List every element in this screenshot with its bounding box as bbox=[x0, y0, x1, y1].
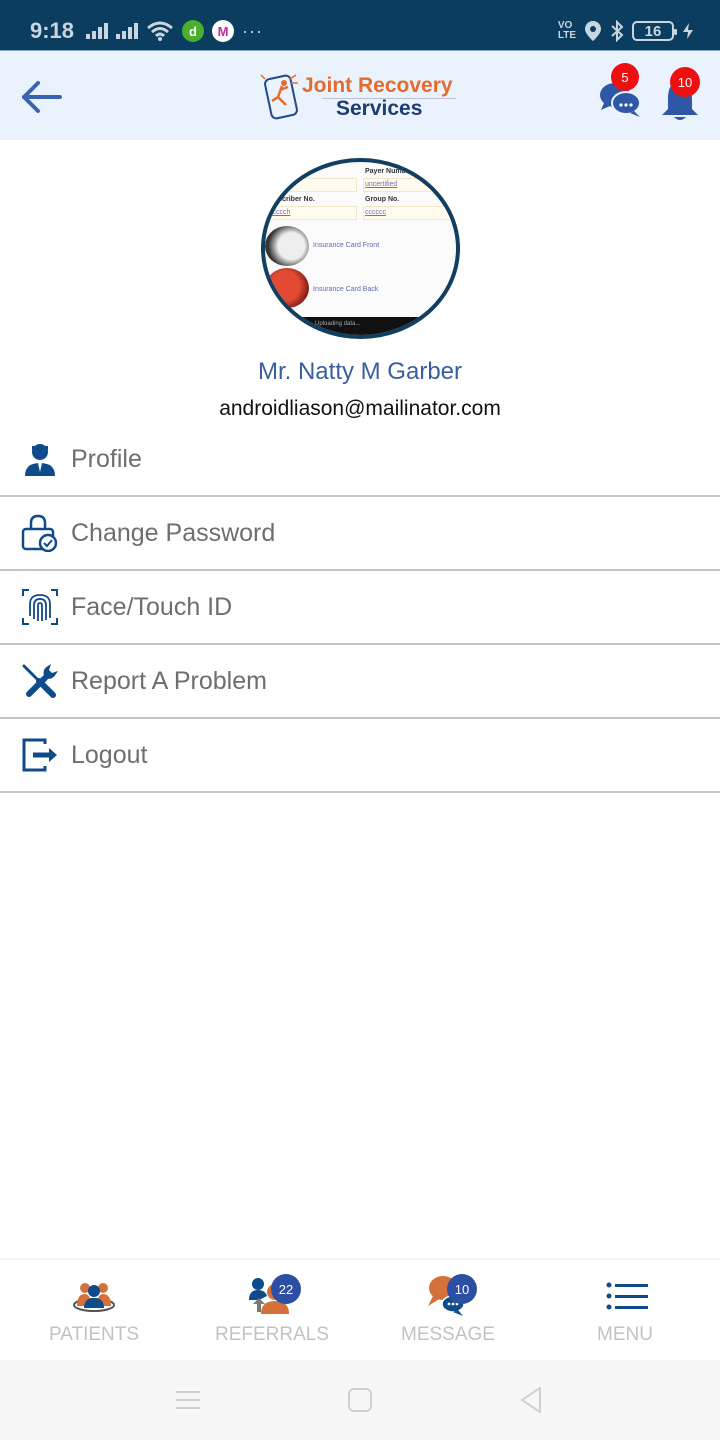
recent-apps-button[interactable] bbox=[163, 1382, 213, 1418]
message-badge: 10 bbox=[447, 1274, 477, 1304]
menu-label: Profile bbox=[71, 445, 142, 473]
account-menu: Profile Change Password Face/Touch ID Re… bbox=[0, 424, 720, 793]
user-name: Mr. Natty M Garber bbox=[257, 358, 463, 385]
tab-label: MESSAGE bbox=[401, 1324, 495, 1345]
avatar-footer-bar: Uploading data... bbox=[265, 317, 456, 335]
app-d-icon: d bbox=[182, 20, 204, 42]
logo-line1: Joint Recovery bbox=[302, 74, 453, 97]
home-button[interactable] bbox=[335, 1382, 385, 1418]
tab-message[interactable]: 10 MESSAGE bbox=[358, 1260, 538, 1360]
card-back-thumb bbox=[265, 268, 309, 308]
recent-apps-icon bbox=[176, 1391, 200, 1409]
home-square-icon bbox=[348, 1388, 372, 1412]
menu-item-change-password[interactable]: Change Password bbox=[0, 497, 720, 571]
app-header: Joint Recovery Services 5 10 bbox=[0, 50, 720, 140]
card-back-caption: Insurance Card Back bbox=[313, 286, 379, 293]
bluetooth-icon bbox=[611, 20, 624, 42]
charging-icon bbox=[683, 23, 693, 39]
system-back-button[interactable] bbox=[506, 1382, 556, 1418]
app-m-icon: M bbox=[212, 20, 234, 42]
bottom-navigation: PATIENTS 22 REFERRALS 10 MESSAGE MENU bbox=[0, 1258, 720, 1360]
menu-label: Report A Problem bbox=[71, 666, 267, 695]
avatar-field bbox=[265, 178, 357, 192]
chat-button[interactable]: 5 bbox=[598, 63, 650, 121]
menu-item-logout[interactable]: Logout bbox=[0, 719, 720, 793]
status-time: 9:18 bbox=[30, 18, 75, 43]
patients-icon bbox=[73, 1283, 115, 1312]
more-dots-icon: ··· bbox=[242, 20, 263, 41]
profile-avatar[interactable]: Payer Numb uncertified Subscriber No. Gr… bbox=[261, 158, 460, 339]
avatar-subscriber-label: Subscriber No. bbox=[265, 196, 315, 203]
menu-item-profile[interactable]: Profile bbox=[0, 424, 720, 497]
avatar-group-label: Group No. bbox=[365, 196, 400, 203]
logo-mark-icon bbox=[260, 74, 298, 120]
notifications-button[interactable]: 10 bbox=[656, 67, 708, 121]
referrals-badge: 22 bbox=[271, 1274, 301, 1304]
signal-icon bbox=[86, 23, 108, 39]
avatar-group-value: cccccc bbox=[365, 209, 386, 216]
tab-label: REFERRALS bbox=[214, 1324, 330, 1345]
user-email: androidliason@mailinator.com bbox=[219, 397, 501, 420]
lock-check-icon bbox=[20, 513, 60, 553]
tab-label: MENU bbox=[597, 1324, 653, 1345]
avatar-subscriber-value: ccccch bbox=[269, 209, 291, 216]
status-bar: 9:18 d M ··· VO LTE 16 bbox=[0, 0, 720, 50]
tab-menu[interactable]: MENU bbox=[535, 1260, 715, 1360]
battery-icon: 16 bbox=[632, 21, 677, 41]
back-triangle-icon bbox=[521, 1387, 541, 1413]
card-front-thumb bbox=[265, 226, 309, 266]
app-logo: Joint Recovery Services bbox=[258, 71, 464, 123]
status-icons-right: VO LTE 16 bbox=[558, 18, 694, 44]
notification-badge: 10 bbox=[670, 67, 700, 97]
menu-label: Face/Touch ID bbox=[71, 592, 233, 621]
profile-icon bbox=[20, 440, 60, 480]
menu-item-face-touch-id[interactable]: Face/Touch ID bbox=[0, 571, 720, 645]
tab-label: PATIENTS bbox=[48, 1324, 140, 1345]
signal-icon bbox=[116, 23, 138, 39]
menu-list-icon bbox=[606, 1282, 648, 1310]
tab-referrals[interactable]: 22 REFERRALS bbox=[182, 1260, 362, 1360]
system-navigation-bar bbox=[0, 1360, 720, 1440]
avatar-payer-label: Payer Numb bbox=[365, 168, 406, 175]
volte-icon: VO LTE bbox=[557, 20, 576, 41]
fingerprint-icon bbox=[20, 587, 60, 627]
arrow-left-icon bbox=[22, 81, 62, 113]
menu-label: Logout bbox=[71, 740, 148, 769]
card-front-caption: Insurance Card Front bbox=[313, 242, 380, 249]
chat-badge: 5 bbox=[611, 63, 639, 91]
status-icons-left: d M ··· bbox=[86, 18, 263, 44]
logout-icon bbox=[20, 735, 60, 775]
wifi-icon bbox=[147, 21, 173, 41]
menu-label: Change Password bbox=[71, 518, 276, 547]
tools-icon bbox=[20, 661, 60, 701]
back-button[interactable] bbox=[16, 75, 66, 119]
logo-line2: Services bbox=[336, 97, 423, 120]
avatar-payer-value: uncertified bbox=[365, 181, 398, 188]
tab-patients[interactable]: PATIENTS bbox=[4, 1260, 184, 1360]
location-icon bbox=[585, 21, 601, 41]
menu-item-report-problem[interactable]: Report A Problem bbox=[0, 645, 720, 719]
